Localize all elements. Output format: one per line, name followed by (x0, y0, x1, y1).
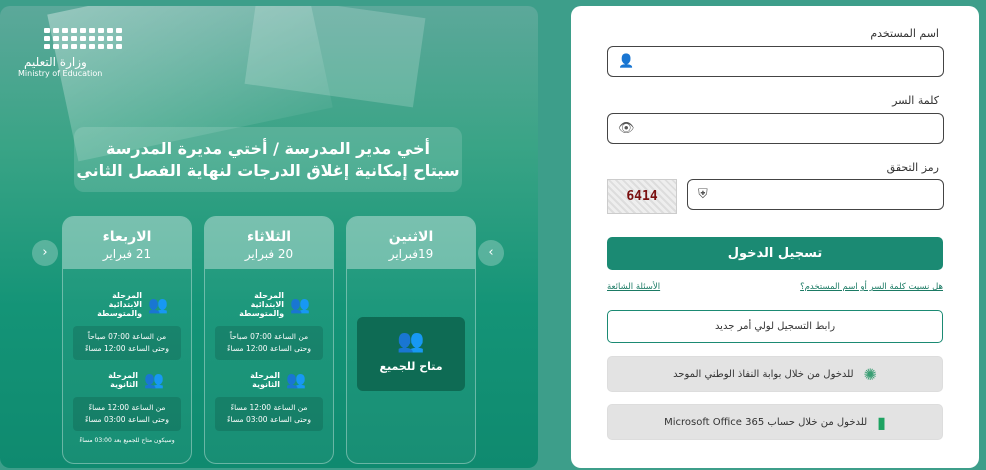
day-card-monday: الاثنين 19فبراير 👥 متاح للجميع (346, 216, 476, 464)
day-date: 21 فبراير (102, 247, 152, 261)
captcha-label: رمز التحقق (886, 161, 939, 174)
username-input[interactable]: 👤 (607, 46, 944, 77)
availability-note: وسيكون متاح للجميع بعد 03:00 مساءً (79, 437, 175, 444)
available-all-label: متاح للجميع (379, 360, 443, 373)
time-slot: من الساعة 07:00 صباحاً وحتى الساعة 12:00… (215, 326, 323, 360)
day-date: 19فبراير (388, 247, 434, 261)
eye-icon[interactable]: 👁 (618, 121, 635, 136)
group-icon: 👥 (148, 295, 168, 314)
day-header: الاربعاء 21 فبراير (63, 217, 191, 269)
logo-english-text: Ministry of Education (18, 69, 103, 78)
headline-box: أخي مدير المدرسة / أختي مديرة المدرسة سي… (74, 127, 462, 192)
faq-link[interactable]: الأسئلة الشائعة (607, 282, 660, 292)
captcha-image: 6414 (607, 179, 677, 214)
stage-label: المرحلة الابتدائية والمتوسطة (97, 291, 143, 318)
time-to: وحتى الساعة 03:00 مساءً (85, 415, 169, 424)
nafath-login-button[interactable]: ✺ للدخول من خلال بوابة النفاذ الوطني الم… (607, 356, 943, 392)
stage-primary: 👥 المرحلة الابتدائية والمتوسطة (63, 291, 191, 318)
captcha-input[interactable]: ⛨ (687, 179, 944, 210)
password-input[interactable]: 👁 (607, 113, 944, 144)
day-card-tuesday: الثلاثاء 20 فبراير 👥 المرحلة الابتدائية … (204, 216, 334, 464)
day-name: الاثنين (388, 229, 434, 245)
day-name: الاربعاء (102, 229, 152, 245)
group-icon: 👥 (397, 329, 425, 354)
forgot-credentials-link[interactable]: هل نسيت كلمة السر أو اسم المستخدم؟ (800, 282, 943, 292)
password-label: كلمة السر (892, 94, 939, 107)
stage-secondary: 👥 المرحلة الثانوية (205, 370, 333, 389)
ministry-logo: وزارة التعليم Ministry of Education (18, 28, 122, 98)
login-panel: اسم المستخدم 👤 كلمة السر 👁 رمز التحقق ⛨ … (571, 6, 979, 468)
logo-arabic-text: وزارة التعليم (24, 55, 87, 69)
day-header: الاثنين 19فبراير (347, 217, 475, 269)
available-all-box: 👥 متاح للجميع (357, 317, 465, 391)
time-from: من الساعة 12:00 مساءً (88, 403, 166, 412)
parent-register-button[interactable]: رابط التسجيل لولي أمر جديد (607, 310, 943, 343)
time-to: وحتى الساعة 12:00 مساءً (85, 344, 169, 353)
time-from: من الساعة 07:00 صباحاً (87, 332, 167, 341)
user-icon: 👤 (618, 54, 635, 69)
login-button[interactable]: تسجيل الدخول (607, 237, 943, 270)
headline-line-1: أخي مدير المدرسة / أختي مديرة المدرسة (105, 139, 431, 158)
stage-label: المرحلة الثانوية (108, 370, 139, 389)
stage-label: المرحلة الابتدائية والمتوسطة (239, 291, 285, 318)
day-name: الثلاثاء (246, 229, 292, 245)
group-icon: 👥 (144, 370, 164, 389)
username-label: اسم المستخدم (870, 27, 939, 40)
day-card-wednesday: الاربعاء 21 فبراير 👥 المرحلة الابتدائية … (62, 216, 192, 464)
headline-line-2: سيتاح إمكانية إغلاق الدرجات لنهاية الفصل… (76, 161, 460, 180)
office-login-button[interactable]: ▮ للدخول من خلال حساب Microsoft Office 3… (607, 404, 943, 440)
time-slot: من الساعة 07:00 صباحاً وحتى الساعة 12:00… (73, 326, 181, 360)
time-slot: من الساعة 12:00 مساءً وحتى الساعة 03:00 … (215, 397, 323, 431)
day-date: 20 فبراير (244, 247, 294, 261)
time-to: وحتى الساعة 03:00 مساءً (227, 415, 311, 424)
nafath-login-label: للدخول من خلال بوابة النفاذ الوطني الموح… (673, 368, 854, 380)
stage-label: المرحلة الثانوية (250, 370, 281, 389)
nafath-icon: ✺ (863, 364, 877, 384)
office-login-label: للدخول من خلال حساب Microsoft Office 365 (664, 416, 868, 428)
day-header: الثلاثاء 20 فبراير (205, 217, 333, 269)
time-from: من الساعة 12:00 مساءً (230, 403, 308, 412)
time-slot: من الساعة 12:00 مساءً وحتى الساعة 03:00 … (73, 397, 181, 431)
office-icon: ▮ (877, 412, 886, 432)
stage-secondary: 👥 المرحلة الثانوية (63, 370, 191, 389)
time-to: وحتى الساعة 12:00 مساءً (227, 344, 311, 353)
shield-icon: ⛨ (698, 187, 708, 202)
group-icon: 👥 (290, 295, 310, 314)
stage-primary: 👥 المرحلة الابتدائية والمتوسطة (205, 291, 333, 318)
time-from: من الساعة 07:00 صباحاً (229, 332, 309, 341)
announcement-banner: وزارة التعليم Ministry of Education أخي … (0, 6, 538, 468)
group-icon: 👥 (286, 370, 306, 389)
logo-mark-icon (44, 28, 122, 49)
carousel-next-button[interactable]: › (32, 240, 58, 266)
carousel-prev-button[interactable]: ‹ (478, 240, 504, 266)
